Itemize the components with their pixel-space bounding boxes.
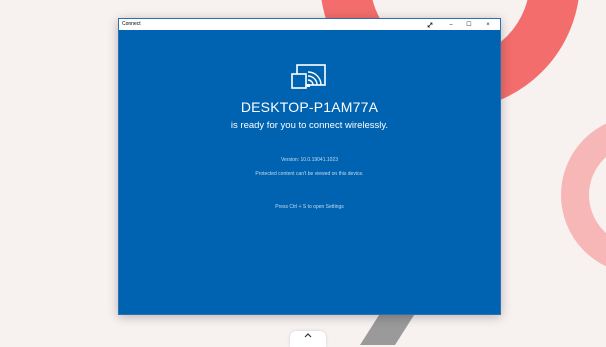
wireless-cast-icon <box>291 64 326 89</box>
title-bar[interactable]: Connect – ☐ × <box>119 19 500 30</box>
connect-window: Connect – ☐ × DESKTOP-P1AM77A is ready f… <box>118 18 501 315</box>
window-title: Connect <box>122 21 141 27</box>
protected-content-notice: Protected content can't be viewed on thi… <box>255 171 364 177</box>
version-text: Version: 10.0.19041.1023 <box>281 157 338 163</box>
device-name: DESKTOP-P1AM77A <box>240 99 379 115</box>
expand-arrow-icon <box>427 22 433 27</box>
ready-message: is ready for you to connect wirelessly. <box>230 120 389 131</box>
compact-overlay-button[interactable] <box>423 19 437 30</box>
chevron-up-icon <box>304 333 312 338</box>
close-button[interactable]: × <box>481 19 495 30</box>
minimize-button[interactable]: – <box>444 19 458 30</box>
wallpaper-pink-ring <box>561 123 606 267</box>
settings-hint: Press Ctrl + S to open Settings <box>275 204 344 210</box>
connect-content: DESKTOP-P1AM77A is ready for you to conn… <box>119 30 500 314</box>
maximize-button[interactable]: ☐ <box>462 19 476 30</box>
